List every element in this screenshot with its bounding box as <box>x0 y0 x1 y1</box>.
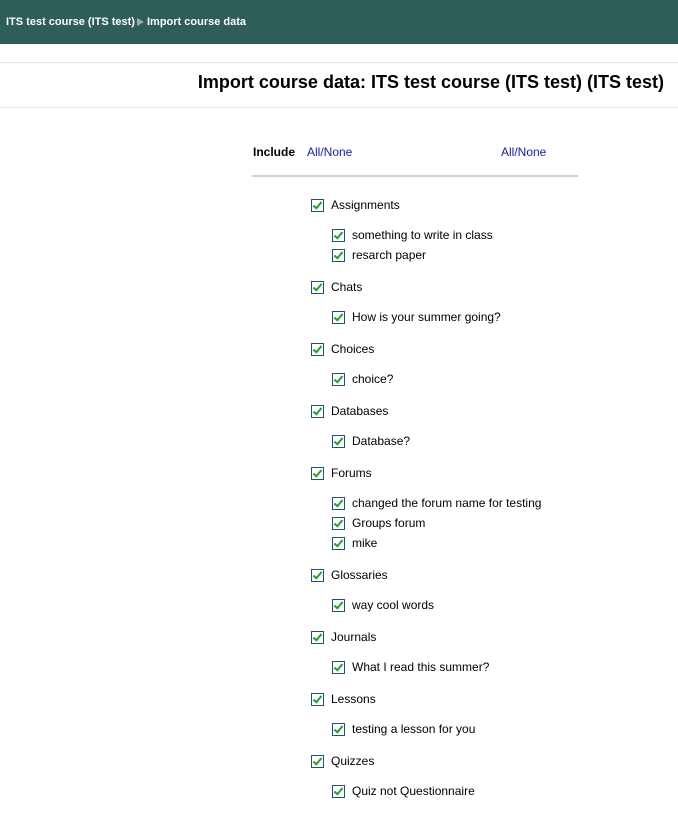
breadcrumb-separator-arrow-icon <box>136 18 144 26</box>
module-checkbox[interactable] <box>311 466 324 480</box>
activity-checkbox[interactable] <box>332 228 345 242</box>
activity-label: What I read this summer? <box>352 660 490 674</box>
module-checkbox[interactable] <box>311 404 324 418</box>
activity-row: choice? <box>332 369 541 389</box>
activity-checkbox[interactable] <box>332 248 345 262</box>
module-label: Assignments <box>331 198 400 212</box>
activity-label: mike <box>352 536 378 550</box>
module-checkbox[interactable] <box>311 342 324 356</box>
module-group-journals: Journals What I read this summer? <box>311 627 541 677</box>
breadcrumb-course-link[interactable]: ITS test course (ITS test) <box>6 16 135 28</box>
activity-label: Database? <box>352 434 411 448</box>
module-row: Choices <box>311 339 541 359</box>
activity-row: something to write in class <box>332 225 541 245</box>
module-group-quizzes: Quizzes Quiz not Questionnaire <box>311 751 541 801</box>
activity-list: Database? <box>311 421 541 451</box>
module-label: Quizzes <box>331 754 375 768</box>
module-list: Assignments something to write in class re… <box>311 195 541 813</box>
module-group-chats: Chats How is your summer going? <box>311 277 541 327</box>
activity-row: way cool words <box>332 595 541 615</box>
module-group-glossaries: Glossaries way cool words <box>311 565 541 615</box>
activity-checkbox[interactable] <box>332 536 345 550</box>
activity-checkbox[interactable] <box>332 598 345 612</box>
activity-checkbox[interactable] <box>332 516 345 530</box>
module-group-databases: Databases Database? <box>311 401 541 451</box>
module-row: Databases <box>311 401 541 421</box>
activity-row: Quiz not Questionnaire <box>332 781 541 801</box>
activity-list: changed the forum name for testing Groups… <box>311 483 541 553</box>
activity-label: Groups forum <box>352 516 426 530</box>
top-divider <box>0 62 678 63</box>
module-row: Journals <box>311 627 541 647</box>
module-row: Assignments <box>311 195 541 215</box>
breadcrumb-current: Import course data <box>146 16 247 28</box>
module-label: Chats <box>331 280 363 294</box>
module-row: Quizzes <box>311 751 541 771</box>
module-label: Lessons <box>331 692 376 706</box>
navigation-bar: ITS test course (ITS test) Import course … <box>0 0 678 44</box>
title-divider <box>0 107 678 108</box>
activity-row: Database? <box>332 431 541 451</box>
activity-label: something to write in class <box>352 228 493 242</box>
module-checkbox[interactable] <box>311 630 324 644</box>
activity-label: testing a lesson for you <box>352 722 476 736</box>
module-label: Databases <box>331 404 389 418</box>
activity-checkbox[interactable] <box>332 310 345 324</box>
module-row: Forums <box>311 463 541 483</box>
module-group-assignments: Assignments something to write in class re… <box>311 195 541 265</box>
module-checkbox[interactable] <box>311 280 324 294</box>
activity-list: testing a lesson for you <box>311 709 541 739</box>
activity-row: What I read this summer? <box>332 657 541 677</box>
activity-row: How is your summer going? <box>332 307 541 327</box>
module-group-choices: Choices choice? <box>311 339 541 389</box>
activity-label: How is your summer going? <box>352 310 501 324</box>
activity-label: Quiz not Questionnaire <box>352 784 475 798</box>
module-label: Forums <box>331 466 372 480</box>
module-row: Lessons <box>311 689 541 709</box>
activity-row: mike <box>332 533 541 553</box>
module-row: Chats <box>311 277 541 297</box>
module-row: Glossaries <box>311 565 541 585</box>
module-checkbox[interactable] <box>311 692 324 706</box>
activity-checkbox[interactable] <box>332 660 345 674</box>
activity-row: testing a lesson for you <box>332 719 541 739</box>
activity-row: changed the forum name for testing <box>332 493 541 513</box>
activity-list: something to write in class resarch paper <box>311 215 541 265</box>
activity-list: choice? <box>311 359 541 389</box>
module-checkbox[interactable] <box>311 568 324 582</box>
include-header-rule <box>252 175 578 177</box>
module-label: Choices <box>331 342 375 356</box>
activity-list: Quiz not Questionnaire <box>311 771 541 801</box>
select-all-none-userdata-link[interactable]: All/None <box>501 144 546 160</box>
activity-label: way cool words <box>352 598 435 612</box>
activity-row: resarch paper <box>332 245 541 265</box>
activity-row: Groups forum <box>332 513 541 533</box>
activity-label: choice? <box>352 372 394 386</box>
module-label: Journals <box>331 630 377 644</box>
activity-label: resarch paper <box>352 248 427 262</box>
activity-list: What I read this summer? <box>311 647 541 677</box>
select-all-none-link[interactable]: All/None <box>307 144 352 160</box>
activity-checkbox[interactable] <box>332 722 345 736</box>
activity-list: way cool words <box>311 585 541 615</box>
module-label: Glossaries <box>331 568 388 582</box>
module-checkbox[interactable] <box>311 754 324 768</box>
activity-label: changed the forum name for testing <box>352 496 542 510</box>
activity-checkbox[interactable] <box>332 784 345 798</box>
module-group-forums: Forums changed the forum name for testing… <box>311 463 541 553</box>
page-title: Import course data: ITS test course (ITS… <box>197 72 664 92</box>
activity-checkbox[interactable] <box>332 372 345 386</box>
activity-checkbox[interactable] <box>332 496 345 510</box>
module-checkbox[interactable] <box>311 198 324 212</box>
include-label: Include <box>253 145 296 159</box>
module-group-lessons: Lessons testing a lesson for you <box>311 689 541 739</box>
activity-list: How is your summer going? <box>311 297 541 327</box>
activity-checkbox[interactable] <box>332 434 345 448</box>
